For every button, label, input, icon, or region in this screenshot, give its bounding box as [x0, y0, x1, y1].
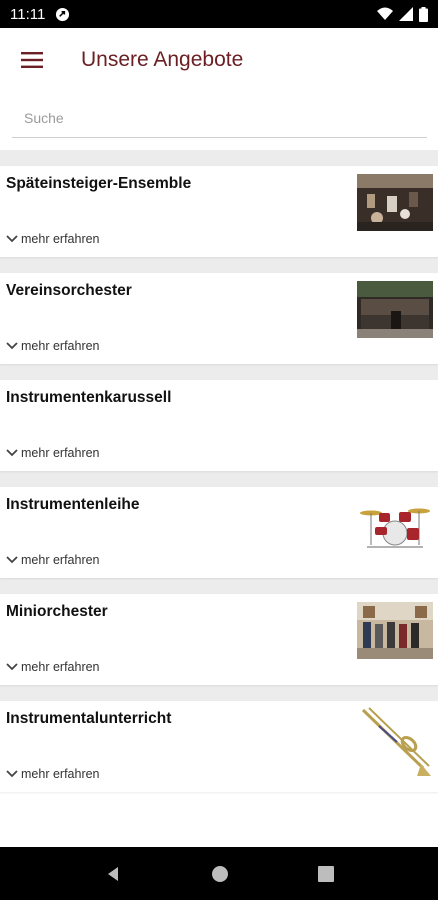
item-title: Instrumentenleihe: [6, 496, 140, 513]
list-divider: [0, 685, 438, 701]
app-bar: Unsere Angebote: [0, 28, 438, 92]
chevron-down-icon: [6, 770, 18, 778]
status-bar: 11:11: [0, 0, 438, 28]
chevron-down-icon: [6, 556, 18, 564]
offer-list: Späteinsteiger-Ensemble mehr erfahren Ve…: [0, 150, 438, 792]
list-item[interactable]: Instrumentenkarussell mehr erfahren: [0, 380, 438, 471]
list-item[interactable]: Instrumentenleihe mehr erfahren: [0, 487, 438, 578]
search-input[interactable]: [12, 100, 438, 136]
more-info-toggle[interactable]: mehr erfahren: [6, 660, 100, 674]
recents-icon[interactable]: [317, 865, 334, 882]
list-divider: [0, 257, 438, 273]
trombone-image[interactable]: [357, 706, 433, 782]
home-icon[interactable]: [211, 865, 229, 883]
mini-orchestra-photo[interactable]: [357, 602, 433, 659]
chevron-down-icon: [6, 235, 18, 243]
page-title: Unsere Angebote: [81, 48, 244, 71]
more-info-toggle[interactable]: mehr erfahren: [6, 446, 100, 460]
item-title: Miniorchester: [6, 603, 108, 620]
orchestra-photo[interactable]: [357, 281, 433, 338]
status-time: 11:11: [10, 5, 46, 23]
more-info-toggle[interactable]: mehr erfahren: [6, 339, 100, 353]
navigation-bar: [0, 847, 438, 900]
list-item[interactable]: Instrumentalunterricht mehr erfahren: [0, 701, 438, 792]
more-info-toggle[interactable]: mehr erfahren: [6, 553, 100, 567]
ensemble-photo[interactable]: [357, 174, 433, 231]
search-field[interactable]: [12, 100, 438, 138]
more-info-toggle[interactable]: mehr erfahren: [6, 232, 100, 246]
item-title: Vereinsorchester: [6, 282, 132, 299]
chevron-down-icon: [6, 342, 18, 350]
wifi-icon: [377, 7, 393, 20]
more-info-label: mehr erfahren: [21, 553, 100, 567]
battery-icon: [419, 6, 428, 22]
menu-button[interactable]: [0, 28, 64, 92]
list-divider: [0, 150, 438, 166]
drum-kit-image[interactable]: [357, 495, 433, 552]
more-info-label: mehr erfahren: [21, 767, 100, 781]
more-info-label: mehr erfahren: [21, 660, 100, 674]
list-divider: [0, 578, 438, 594]
more-info-toggle[interactable]: mehr erfahren: [6, 767, 100, 781]
more-info-label: mehr erfahren: [21, 446, 100, 460]
item-title: Instrumentalunterricht: [6, 710, 172, 727]
list-item[interactable]: Vereinsorchester mehr erfahren: [0, 273, 438, 364]
chevron-down-icon: [6, 663, 18, 671]
chevron-down-icon: [6, 449, 18, 457]
more-info-label: mehr erfahren: [21, 232, 100, 246]
sync-icon: [56, 7, 70, 21]
more-info-label: mehr erfahren: [21, 339, 100, 353]
list-item[interactable]: Späteinsteiger-Ensemble mehr erfahren: [0, 166, 438, 257]
hamburger-icon: [21, 52, 43, 68]
signal-icon: [399, 7, 413, 21]
item-title: Instrumentenkarussell: [6, 389, 172, 406]
list-item[interactable]: Miniorchester mehr erfahren: [0, 594, 438, 685]
list-divider: [0, 471, 438, 487]
item-title: Späteinsteiger-Ensemble: [6, 175, 192, 192]
list-divider: [0, 364, 438, 380]
back-icon[interactable]: [104, 865, 122, 883]
